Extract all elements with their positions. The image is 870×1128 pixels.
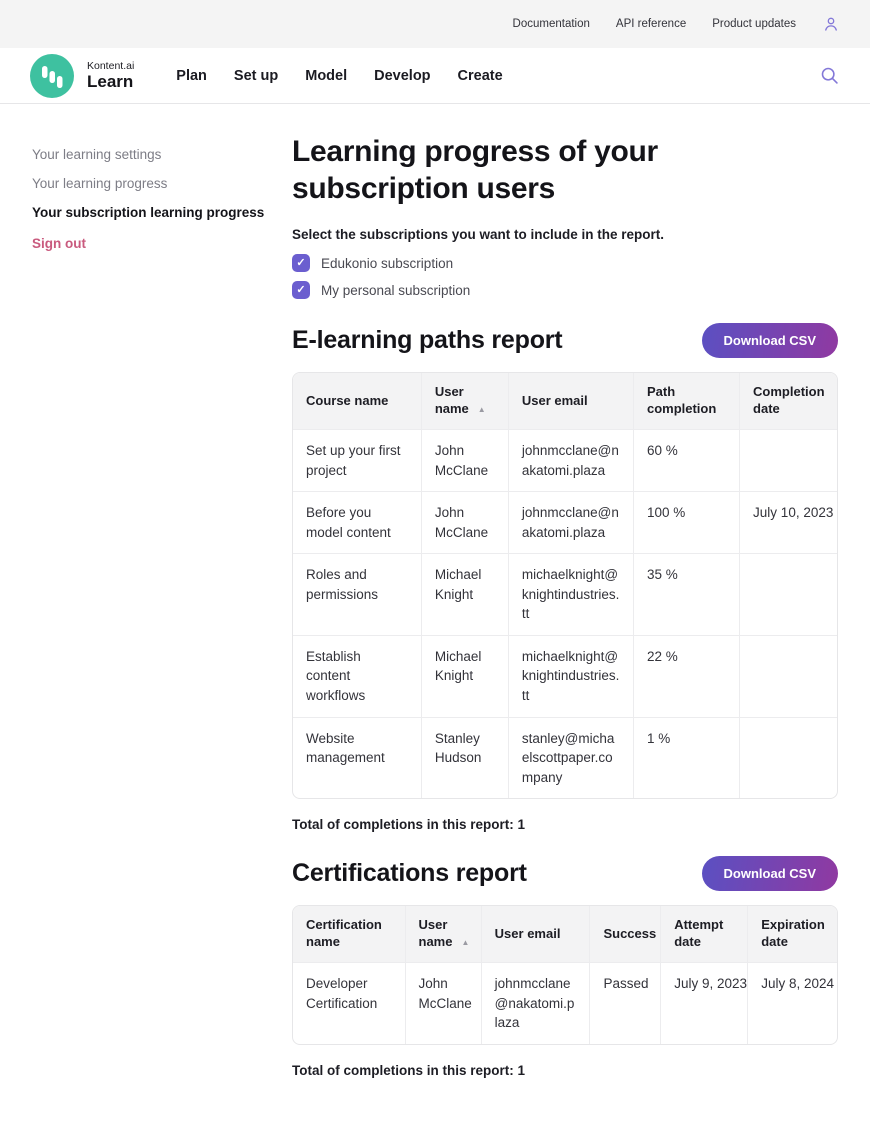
table-cell: Developer Certification <box>293 962 405 1044</box>
certifications-report-title: Certifications report <box>292 859 527 888</box>
table-cell: Establish content workflows <box>293 635 421 717</box>
download-csv-elearning-button[interactable]: Download CSV <box>702 323 838 358</box>
nav-model[interactable]: Model <box>305 68 347 84</box>
column-header[interactable]: Success <box>589 906 660 962</box>
table-cell: Passed <box>589 962 660 1044</box>
check-icon: ✓ <box>296 285 305 296</box>
sidebar-item-learning-progress[interactable]: Your learning progress <box>32 175 292 193</box>
elearning-report-table: Course nameUser name▲User emailPath comp… <box>292 372 838 799</box>
column-header[interactable]: User email <box>481 906 590 962</box>
table-cell: July 8, 2024 <box>747 962 837 1044</box>
column-header[interactable]: Expiration date <box>747 906 837 962</box>
table-cell: Michael Knight <box>421 635 508 717</box>
column-header[interactable]: Completion date <box>739 373 837 429</box>
download-csv-certifications-button[interactable]: Download CSV <box>702 856 838 891</box>
nav-set-up[interactable]: Set up <box>234 68 278 84</box>
brand-name: Kontent.ai <box>87 60 134 72</box>
app-header: Kontent.ai Learn Plan Set up Model Devel… <box>0 48 870 104</box>
sidebar-item-learning-settings[interactable]: Your learning settings <box>32 146 292 164</box>
table-cell: 100 % <box>633 491 739 553</box>
table-row: Developer CertificationJohn McClanejohnm… <box>293 962 837 1044</box>
brand-text: Kontent.ai Learn <box>87 60 134 92</box>
table-row: Set up your first projectJohn McClanejoh… <box>293 429 837 491</box>
table-cell: John McClane <box>421 491 508 553</box>
table-cell: 1 % <box>633 717 739 799</box>
nav-create[interactable]: Create <box>458 68 503 84</box>
table-row: Website managementStanley Hudsonstanley@… <box>293 717 837 799</box>
certifications-section-header: Certifications report Download CSV <box>292 856 838 891</box>
table-cell: 22 % <box>633 635 739 717</box>
table-cell: michaelknight@knightindustries.tt <box>508 553 633 635</box>
content-area: Your learning settings Your learning pro… <box>0 104 870 1128</box>
table-cell: Michael Knight <box>421 553 508 635</box>
checkbox-label: My personal subscription <box>321 283 470 298</box>
sidebar-item-subscription-learning-progress[interactable]: Your subscription learning progress <box>32 204 292 222</box>
sign-out-link[interactable]: Sign out <box>32 236 292 251</box>
column-header[interactable]: User name▲ <box>405 906 481 962</box>
table-cell: johnmcclane@nakatomi.plaza <box>508 429 633 491</box>
table-cell: July 10, 2023 <box>739 491 837 553</box>
user-icon[interactable] <box>822 15 840 33</box>
table-cell: johnmcclane@nakatomi.plaza <box>508 491 633 553</box>
table-row: Establish content workflowsMichael Knigh… <box>293 635 837 717</box>
utility-bar: Documentation API reference Product upda… <box>0 0 870 48</box>
sidebar: Your learning settings Your learning pro… <box>32 134 292 1088</box>
table-cell: Stanley Hudson <box>421 717 508 799</box>
select-subscriptions-prompt: Select the subscriptions you want to inc… <box>292 227 838 242</box>
table-cell: John McClane <box>405 962 481 1044</box>
table-cell: John McClane <box>421 429 508 491</box>
table-cell: Website management <box>293 717 421 799</box>
table-cell: Set up your first project <box>293 429 421 491</box>
table-cell: July 9, 2023 <box>660 962 747 1044</box>
sort-ascending-icon: ▲ <box>461 938 469 947</box>
api-reference-link[interactable]: API reference <box>616 18 686 30</box>
table-row: Roles and permissionsMichael Knightmicha… <box>293 553 837 635</box>
check-icon: ✓ <box>296 258 305 269</box>
column-header[interactable]: Course name <box>293 373 421 429</box>
table-cell <box>739 429 837 491</box>
checkbox-checked-icon: ✓ <box>292 281 310 299</box>
main-panel: Learning progress of your subscription u… <box>292 134 838 1088</box>
brand-product: Learn <box>87 72 134 92</box>
main-nav: Plan Set up Model Develop Create <box>176 68 502 84</box>
table-row: Before you model contentJohn McClanejohn… <box>293 491 837 553</box>
table-cell: 60 % <box>633 429 739 491</box>
table-cell: johnmcclane@nakatomi.plaza <box>481 962 590 1044</box>
table-header-row: Certification nameUser name▲User emailSu… <box>293 906 837 962</box>
table-cell <box>739 635 837 717</box>
sort-ascending-icon: ▲ <box>478 405 486 414</box>
checkbox-personal-subscription[interactable]: ✓ My personal subscription <box>292 281 838 299</box>
checkbox-label: Edukonio subscription <box>321 256 453 271</box>
column-header[interactable]: Path completion <box>633 373 739 429</box>
column-header[interactable]: User name▲ <box>421 373 508 429</box>
table-cell: stanley@michaelscottpaper.company <box>508 717 633 799</box>
table-cell <box>739 553 837 635</box>
table-header-row: Course nameUser name▲User emailPath comp… <box>293 373 837 429</box>
table-cell <box>739 717 837 799</box>
column-header[interactable]: Certification name <box>293 906 405 962</box>
elearning-total-completions: Total of completions in this report: 1 <box>292 817 838 832</box>
search-icon[interactable] <box>819 65 840 86</box>
certifications-total-completions: Total of completions in this report: 1 <box>292 1063 838 1078</box>
nav-develop[interactable]: Develop <box>374 68 430 84</box>
kontent-logo[interactable]: Kontent.ai Learn <box>30 54 134 98</box>
elearning-section-header: E-learning paths report Download CSV <box>292 323 838 358</box>
elearning-report-title: E-learning paths report <box>292 326 562 355</box>
column-header[interactable]: Attempt date <box>660 906 747 962</box>
checkbox-edukonio-subscription[interactable]: ✓ Edukonio subscription <box>292 254 838 272</box>
table-cell: Before you model content <box>293 491 421 553</box>
checkbox-checked-icon: ✓ <box>292 254 310 272</box>
kontent-logo-icon <box>30 54 74 98</box>
documentation-link[interactable]: Documentation <box>513 18 590 30</box>
table-cell: michaelknight@knightindustries.tt <box>508 635 633 717</box>
column-header[interactable]: User email <box>508 373 633 429</box>
table-cell: 35 % <box>633 553 739 635</box>
nav-plan[interactable]: Plan <box>176 68 207 84</box>
certifications-report-table: Certification nameUser name▲User emailSu… <box>292 905 838 1044</box>
page: Documentation API reference Product upda… <box>0 0 870 1128</box>
product-updates-link[interactable]: Product updates <box>712 18 796 30</box>
table-cell: Roles and permissions <box>293 553 421 635</box>
page-title: Learning progress of your subscription u… <box>292 134 838 207</box>
